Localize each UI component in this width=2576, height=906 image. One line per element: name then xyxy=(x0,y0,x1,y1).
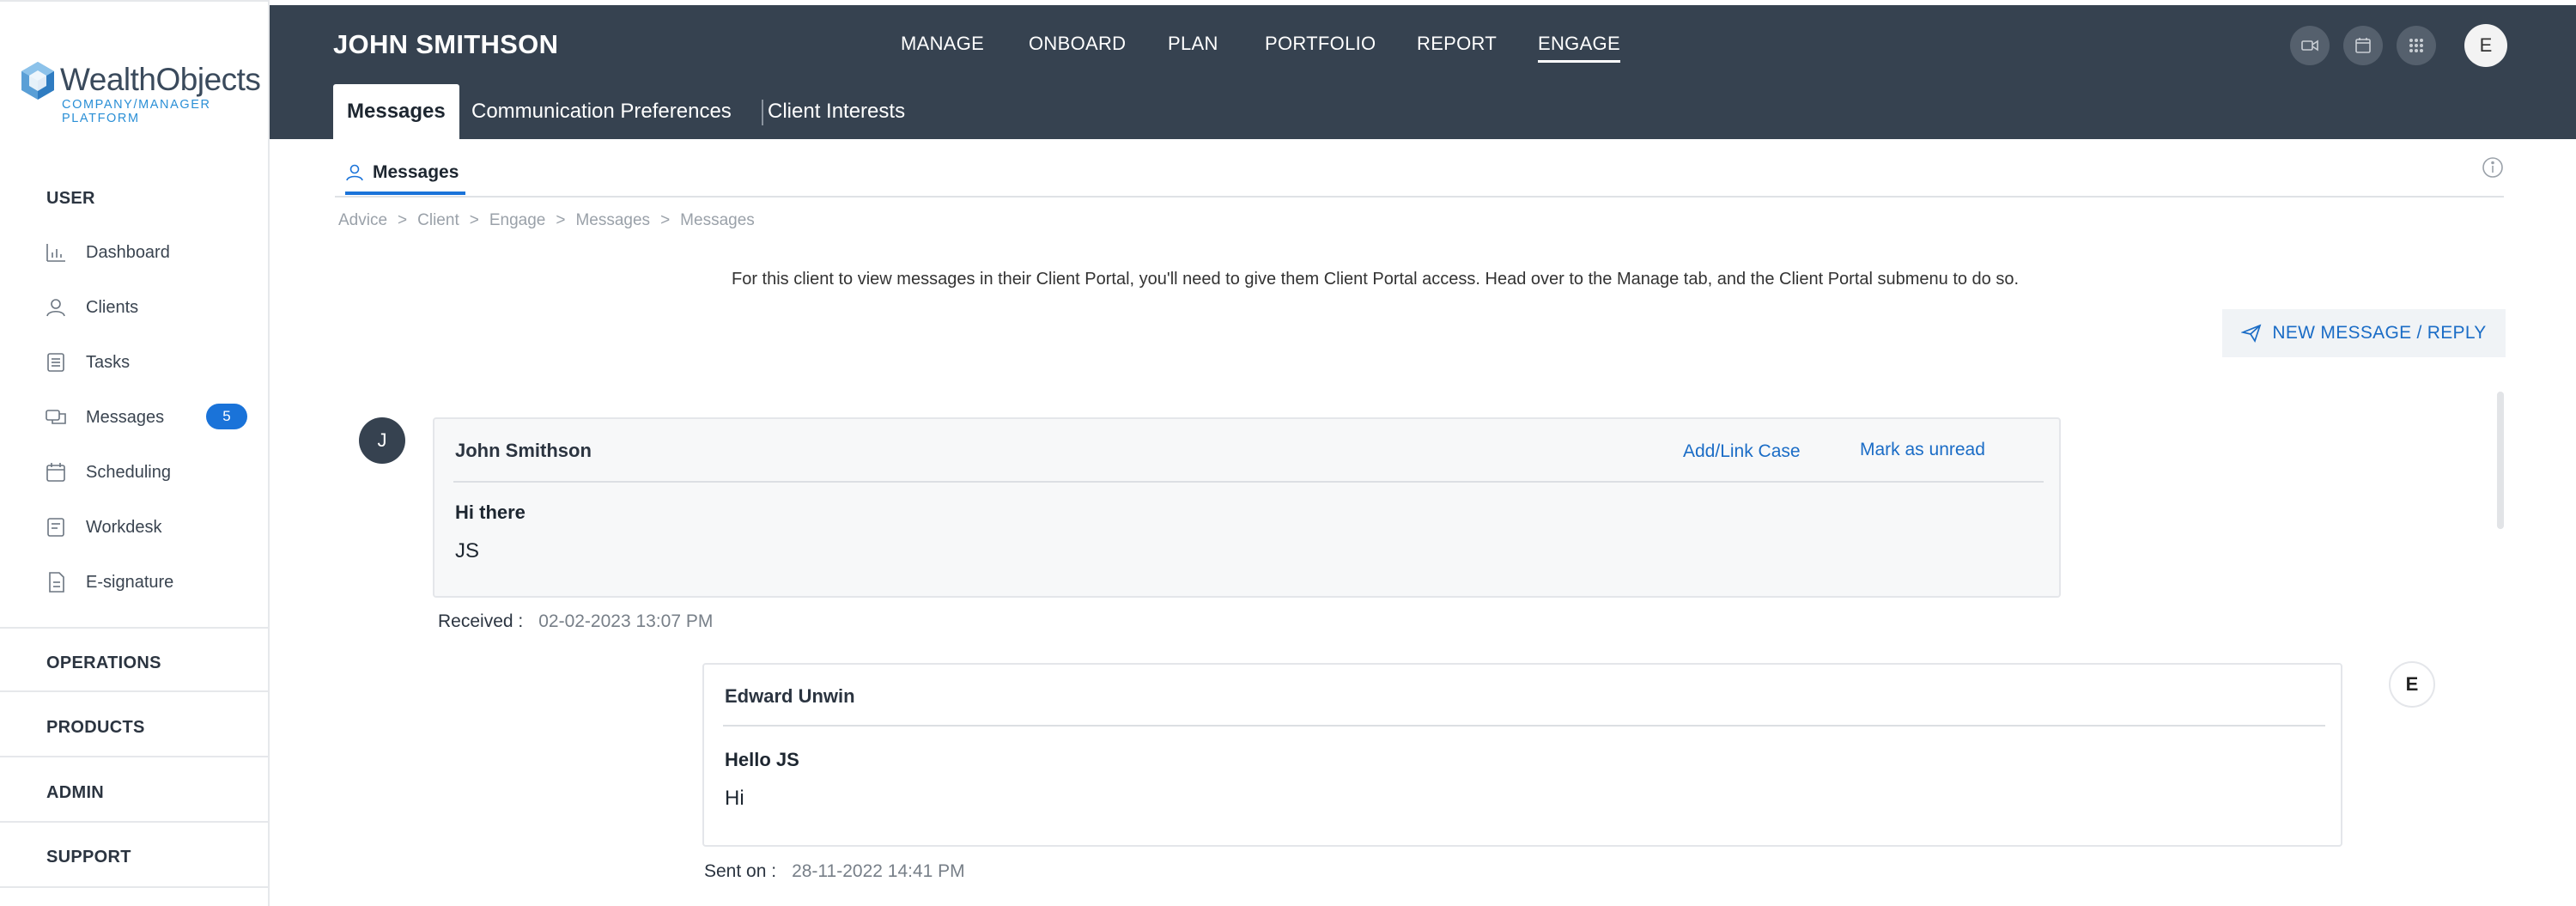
sender-avatar: J xyxy=(359,417,405,464)
tab-label: Messages xyxy=(373,162,459,182)
sidebar-section-operations[interactable]: OPERATIONS xyxy=(46,654,161,673)
chart-icon xyxy=(46,244,65,262)
breadcrumb-separator: > xyxy=(556,211,566,229)
nav-manage[interactable]: MANAGE xyxy=(901,33,984,55)
sidebar-item-label: Tasks xyxy=(86,352,131,372)
message-body: JS xyxy=(455,539,480,562)
apps-menu-button[interactable] xyxy=(2397,26,2436,65)
meta-timestamp: 28-11-2022 14:41 PM xyxy=(792,861,965,881)
user-icon xyxy=(46,299,65,317)
sidebar-item-workdesk[interactable]: Workdesk xyxy=(45,510,162,544)
meta-timestamp: 02-02-2023 13:07 PM xyxy=(538,611,714,631)
messages-count-badge: 5 xyxy=(206,404,247,429)
breadcrumb-engage[interactable]: Engage xyxy=(489,211,546,230)
user-icon xyxy=(346,164,363,181)
breadcrumb-client[interactable]: Client xyxy=(417,211,459,230)
video-call-button[interactable] xyxy=(2290,26,2330,65)
calendar-icon xyxy=(2355,38,2371,53)
breadcrumb-separator: > xyxy=(660,211,671,229)
subtab-communication-preferences[interactable]: Communication Preferences xyxy=(471,84,732,139)
breadcrumb-advice[interactable]: Advice xyxy=(338,211,387,230)
workdesk-icon xyxy=(47,518,64,537)
tab-divider xyxy=(335,196,2504,198)
subtab-messages[interactable]: Messages xyxy=(333,84,459,139)
message-sender: Edward Unwin xyxy=(725,685,855,707)
sidebar-item-esignature[interactable]: E-signature xyxy=(45,565,173,599)
calendar-button[interactable] xyxy=(2343,26,2383,65)
sender-avatar: E xyxy=(2389,661,2435,708)
message-subject: Hi there xyxy=(455,502,526,523)
subtab-client-interests[interactable]: Client Interests xyxy=(768,84,905,139)
breadcrumb-current: Messages xyxy=(680,211,755,229)
portal-access-notice: For this client to view messages in thei… xyxy=(732,270,2020,289)
meta-label: Sent on : xyxy=(704,861,777,881)
message-divider xyxy=(453,481,2044,483)
wealthobjects-logo[interactable]: WealthObjects COMPANY/MANAGER PLATFORM xyxy=(19,58,261,125)
sidebar-item-label: Workdesk xyxy=(86,517,162,537)
message-card-received: John Smithson Add/Link Case Mark as unre… xyxy=(433,417,2061,598)
send-icon xyxy=(2241,324,2262,343)
sidebar-section-user[interactable]: USER xyxy=(46,189,95,209)
subtab-divider xyxy=(762,100,763,125)
tasks-icon xyxy=(47,353,64,372)
message-divider xyxy=(723,725,2325,727)
calendar-icon xyxy=(46,463,65,482)
sidebar-divider xyxy=(0,886,270,888)
sidebar: WealthObjects COMPANY/MANAGER PLATFORM U… xyxy=(0,0,270,906)
message-sent-meta: Sent on : 28-11-2022 14:41 PM xyxy=(704,861,965,882)
client-header: JOHN SMITHSON MANAGE ONBOARD PLAN PORTFO… xyxy=(270,5,2576,139)
sidebar-item-label: Scheduling xyxy=(86,462,171,482)
hexagon-logo-icon xyxy=(21,62,54,100)
video-icon xyxy=(2301,40,2318,52)
client-name: JOHN SMITHSON xyxy=(333,29,559,59)
nav-report[interactable]: REPORT xyxy=(1417,33,1497,55)
sidebar-divider xyxy=(0,821,270,823)
active-tab-indicator xyxy=(345,192,465,195)
nav-plan[interactable]: PLAN xyxy=(1168,33,1218,55)
apps-grid-icon xyxy=(2409,39,2423,52)
sidebar-divider xyxy=(0,627,270,629)
message-body: Hi xyxy=(725,787,744,810)
sidebar-item-label: Dashboard xyxy=(86,242,170,262)
info-icon[interactable] xyxy=(2482,156,2504,179)
message-subject: Hello JS xyxy=(725,749,799,770)
sidebar-item-clients[interactable]: Clients xyxy=(45,290,138,325)
sidebar-item-label: Messages xyxy=(86,407,165,427)
sidebar-divider xyxy=(0,756,270,757)
messages-icon xyxy=(46,410,66,424)
tab-messages[interactable]: Messages xyxy=(345,151,459,194)
new-message-label: NEW MESSAGE / REPLY xyxy=(2272,323,2487,343)
sidebar-section-admin[interactable]: ADMIN xyxy=(46,783,104,803)
sidebar-item-dashboard[interactable]: Dashboard xyxy=(45,235,170,270)
nav-engage[interactable]: ENGAGE xyxy=(1538,33,1620,63)
logo-tagline: COMPANY/MANAGER PLATFORM xyxy=(62,98,211,125)
sidebar-item-scheduling[interactable]: Scheduling xyxy=(45,455,171,489)
sidebar-item-messages[interactable]: Messages xyxy=(45,400,164,435)
new-message-button[interactable]: NEW MESSAGE / REPLY xyxy=(2222,309,2506,357)
mark-as-unread-link[interactable]: Mark as unread xyxy=(1860,440,1985,460)
message-card-sent: Edward Unwin Hello JS Hi xyxy=(702,663,2342,847)
add-link-case-link[interactable]: Add/Link Case xyxy=(1683,441,1801,462)
scrollbar-thumb[interactable] xyxy=(2497,392,2504,529)
breadcrumb: Advice > Client > Engage > Messages > Me… xyxy=(338,211,755,230)
nav-portfolio[interactable]: PORTFOLIO xyxy=(1265,33,1376,55)
breadcrumb-separator: > xyxy=(469,211,479,229)
meta-label: Received : xyxy=(438,611,524,631)
logo-name: WealthObjects xyxy=(60,62,261,97)
document-icon xyxy=(49,572,64,593)
sidebar-divider xyxy=(0,690,270,692)
sidebar-section-support[interactable]: SUPPORT xyxy=(46,848,131,867)
message-sender: John Smithson xyxy=(455,440,592,461)
breadcrumb-separator: > xyxy=(398,211,408,229)
sidebar-section-products[interactable]: PRODUCTS xyxy=(46,718,145,738)
sidebar-item-label: E-signature xyxy=(86,572,174,592)
sidebar-item-label: Clients xyxy=(86,297,139,317)
sidebar-item-tasks[interactable]: Tasks xyxy=(45,345,130,380)
message-received-meta: Received : 02-02-2023 13:07 PM xyxy=(438,611,713,632)
user-avatar[interactable]: E xyxy=(2464,24,2507,67)
nav-onboard[interactable]: ONBOARD xyxy=(1029,33,1126,55)
breadcrumb-messages[interactable]: Messages xyxy=(575,211,650,230)
